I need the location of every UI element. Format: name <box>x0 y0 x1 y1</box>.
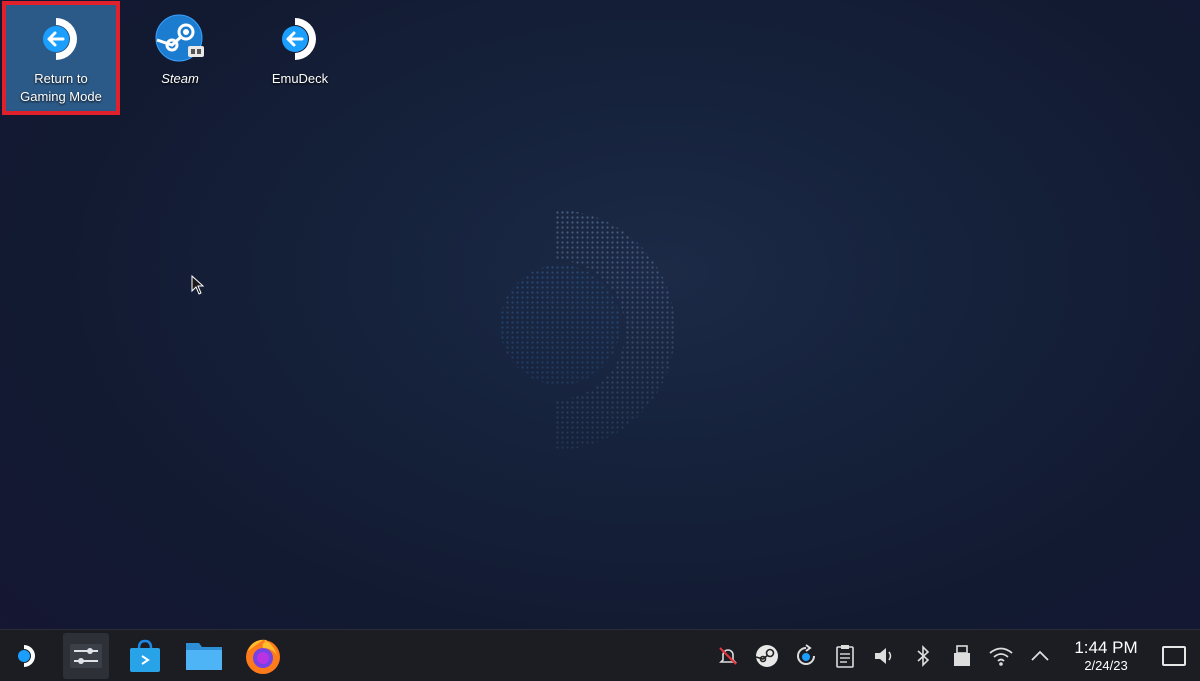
clipboard-icon[interactable] <box>832 643 858 669</box>
steamdeck-wallpaper-logo <box>500 210 675 450</box>
desktop-area[interactable]: Return to Gaming Mode Steam EmuDeck <box>0 0 1200 630</box>
taskbar: 1:44 PM 2/24/23 <box>0 629 1200 681</box>
update-icon[interactable] <box>793 643 819 669</box>
expand-tray-icon[interactable] <box>1027 643 1053 669</box>
desktop-icon-emudeck[interactable]: EmuDeck <box>243 3 357 113</box>
return-arrow-icon <box>274 13 326 65</box>
steam-icon <box>154 13 206 65</box>
steamdeck-logo-icon <box>18 644 35 667</box>
storage-icon[interactable] <box>949 643 975 669</box>
settings-sliders-icon <box>70 643 102 668</box>
bluetooth-icon[interactable] <box>910 643 936 669</box>
show-desktop-button[interactable] <box>1162 645 1186 666</box>
desktop-icon-label: EmuDeck <box>271 71 329 86</box>
notifications-muted-icon[interactable] <box>715 643 741 669</box>
clock[interactable]: 1:44 PM 2/24/23 <box>1066 638 1146 673</box>
wifi-icon[interactable] <box>988 643 1014 669</box>
system-tray: 1:44 PM 2/24/23 <box>715 630 1200 681</box>
desktop-icon-steam[interactable]: Steam <box>123 3 237 113</box>
file-manager-button[interactable] <box>181 633 227 679</box>
desktop-icon-label: Return to Gaming Mode <box>20 71 102 104</box>
firefox-icon <box>246 639 280 674</box>
volume-icon[interactable] <box>871 643 897 669</box>
clock-time: 1:44 PM <box>1074 638 1138 657</box>
return-arrow-icon <box>35 13 87 65</box>
folder-icon <box>186 642 222 670</box>
steam-tray-icon[interactable] <box>754 643 780 669</box>
desktop-icon-return-to-gaming-mode[interactable]: Return to Gaming Mode <box>2 1 120 115</box>
application-launcher-button[interactable] <box>4 633 50 679</box>
mouse-cursor-icon <box>191 275 205 295</box>
firefox-button[interactable] <box>240 633 286 679</box>
desktop-icon-label: Steam <box>161 71 199 86</box>
discover-store-button[interactable] <box>122 633 168 679</box>
clock-date: 2/24/23 <box>1084 658 1128 673</box>
system-settings-button[interactable] <box>63 632 109 679</box>
shopping-bag-icon <box>130 639 160 672</box>
